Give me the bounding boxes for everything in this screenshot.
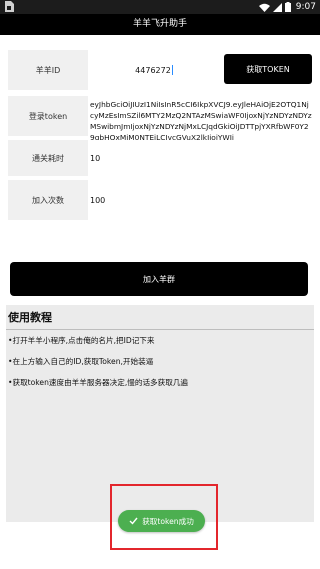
app-title: 羊羊飞升助手 — [132, 19, 187, 29]
toast-text: 获取token成功 — [142, 516, 194, 526]
token-row: 登录token eyJhbGciOiJIUzI1NiIsInR5cCI6IkpX… — [8, 96, 312, 142]
time-row: 通关耗时 10 — [8, 140, 312, 176]
id-input[interactable]: 4476272 — [88, 65, 220, 75]
count-label: 加入次数 — [8, 180, 88, 220]
count-field[interactable]: 100 — [88, 180, 312, 220]
join-flock-button[interactable]: 加入羊群 — [10, 262, 308, 296]
tutorial-step: •打开羊羊小程序,点击俺的名片,把ID记下来 — [8, 336, 155, 345]
status-time: 9:07 — [295, 2, 316, 12]
check-icon — [129, 517, 138, 525]
text-caret — [171, 65, 173, 75]
tutorial-title: 使用教程 — [8, 311, 52, 324]
divider — [6, 329, 314, 330]
tutorial-step: •在上方输入自己的ID,获取Token,开始装逼 — [8, 357, 154, 366]
get-token-button[interactable]: 获取TOKEN — [224, 54, 312, 84]
status-bar: 9:07 — [0, 0, 320, 14]
battery-icon — [284, 2, 291, 12]
success-toast: 获取token成功 — [118, 510, 205, 532]
id-row: 羊羊ID 4476272 获取TOKEN — [8, 50, 312, 90]
signal-icon — [272, 2, 282, 12]
app-bar: 羊羊飞升助手 — [0, 14, 320, 35]
token-label: 登录token — [8, 96, 88, 136]
count-row: 加入次数 100 — [8, 180, 312, 220]
time-field[interactable]: 10 — [88, 140, 312, 176]
token-field[interactable]: eyJhbGciOiJIUzI1NiIsInR5cCI6IkpXVCJ9.eyJ… — [88, 96, 312, 142]
wifi-icon — [258, 3, 270, 12]
sim-card-icon — [5, 1, 14, 12]
id-input-value: 4476272 — [135, 65, 171, 75]
id-label: 羊羊ID — [8, 50, 88, 90]
time-label: 通关耗时 — [8, 140, 88, 176]
tutorial-step: •获取token速度由羊羊服务器决定,慢的话多获取几遍 — [8, 378, 189, 387]
status-icons: 9:07 — [258, 0, 316, 14]
